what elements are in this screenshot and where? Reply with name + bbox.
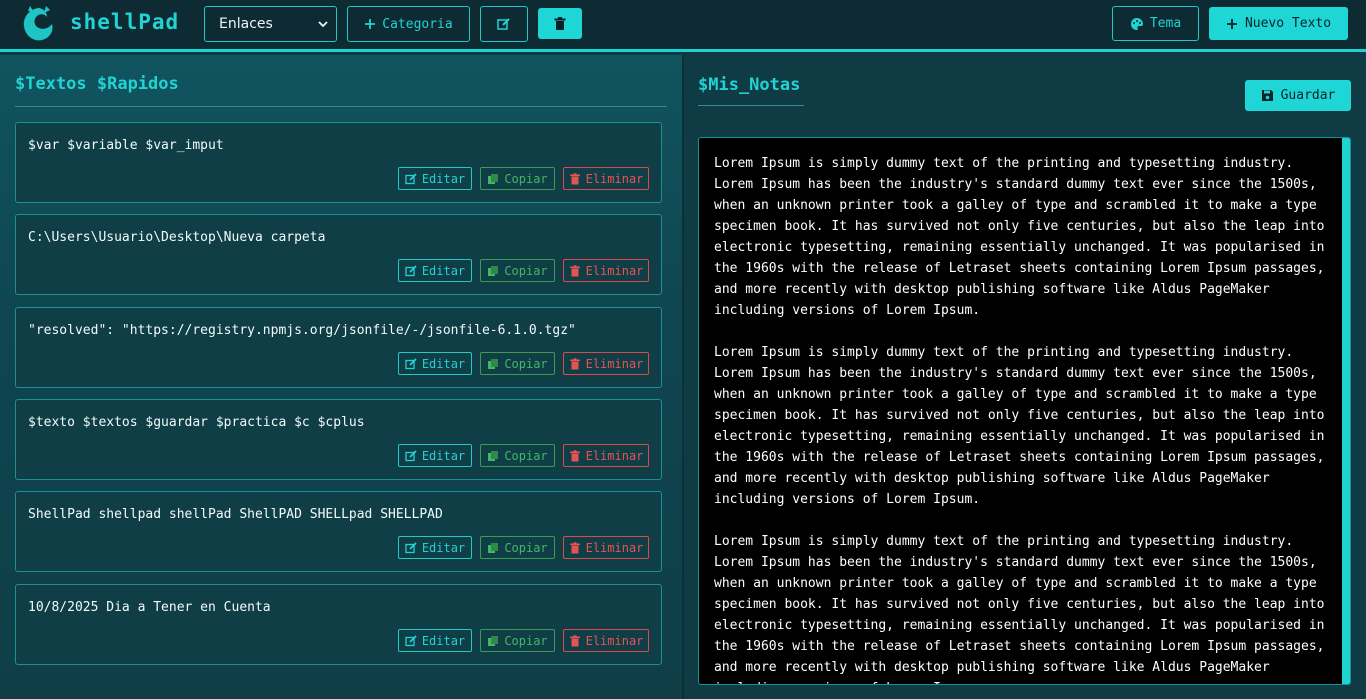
edit-icon bbox=[405, 172, 417, 184]
copy-icon bbox=[488, 173, 499, 184]
copy-button[interactable]: Copiar bbox=[480, 536, 555, 559]
edit-label: Editar bbox=[421, 448, 466, 463]
quick-text-content: "resolved": "https://registry.npmjs.org/… bbox=[28, 323, 576, 338]
trash-icon bbox=[569, 634, 580, 646]
copy-label: Copiar bbox=[504, 448, 548, 463]
edit-icon bbox=[497, 18, 510, 30]
trash-icon bbox=[554, 16, 566, 30]
palette-icon bbox=[1130, 17, 1143, 30]
app-brand: shellPad bbox=[70, 10, 180, 34]
edit-button[interactable]: Editar bbox=[398, 629, 472, 652]
edit-label: Editar bbox=[421, 171, 466, 186]
quick-text-content: 10/8/2025 Dia a Tener en Cuenta bbox=[28, 600, 271, 615]
edit-button[interactable]: Editar bbox=[398, 536, 472, 559]
trash-icon bbox=[569, 172, 580, 184]
delete-button[interactable]: Eliminar bbox=[563, 167, 649, 190]
copy-label: Copiar bbox=[504, 263, 548, 278]
edit-icon bbox=[405, 634, 417, 646]
quick-text-card: ShellPad shellpad shellPad ShellPAD SHEL… bbox=[15, 491, 662, 572]
trash-icon bbox=[569, 357, 580, 369]
quick-text-content: C:\Users\Usuario\Desktop\Nueva carpeta bbox=[28, 230, 326, 245]
add-category-label: Categoria bbox=[382, 16, 453, 32]
save-label: Guardar bbox=[1280, 88, 1336, 103]
trash-icon bbox=[569, 449, 580, 461]
edit-icon bbox=[405, 264, 417, 276]
new-text-button[interactable]: Nuevo Texto bbox=[1209, 7, 1348, 40]
theme-button[interactable]: Tema bbox=[1112, 6, 1199, 41]
save-button[interactable]: Guardar bbox=[1245, 80, 1351, 111]
edit-category-button[interactable] bbox=[480, 6, 528, 42]
copy-icon bbox=[488, 635, 499, 646]
copy-icon bbox=[488, 450, 499, 461]
plus-icon bbox=[1226, 18, 1237, 29]
delete-button[interactable]: Eliminar bbox=[563, 352, 649, 375]
delete-category-button[interactable] bbox=[538, 8, 582, 39]
trash-icon bbox=[569, 541, 580, 553]
edit-label: Editar bbox=[421, 263, 466, 278]
notes-content: Lorem Ipsum is simply dummy text of the … bbox=[714, 156, 1325, 684]
plus-icon bbox=[365, 19, 376, 29]
chevron-down-icon bbox=[318, 21, 328, 28]
delete-button[interactable]: Eliminar bbox=[563, 536, 649, 559]
copy-button[interactable]: Copiar bbox=[480, 629, 555, 652]
delete-label: Eliminar bbox=[585, 263, 644, 278]
copy-icon bbox=[488, 358, 499, 369]
notes-scrollbar[interactable] bbox=[1342, 138, 1350, 684]
category-select[interactable]: Enlaces bbox=[204, 6, 337, 42]
quick-text-card: "resolved": "https://registry.npmjs.org/… bbox=[15, 307, 662, 388]
new-text-label: Nuevo Texto bbox=[1244, 16, 1332, 31]
copy-button[interactable]: Copiar bbox=[480, 167, 555, 190]
top-bar: shellPad Enlaces Categoria Tema Nuevo Te… bbox=[0, 0, 1366, 52]
copy-label: Copiar bbox=[504, 540, 548, 555]
notes-title-underline bbox=[698, 105, 804, 106]
dragon-logo-icon bbox=[23, 6, 53, 41]
quick-text-card: $var $variable $var_imput Editar Copiar … bbox=[15, 122, 662, 203]
edit-button[interactable]: Editar bbox=[398, 444, 472, 467]
edit-label: Editar bbox=[421, 633, 466, 648]
category-select-value: Enlaces bbox=[219, 16, 273, 32]
edit-label: Editar bbox=[421, 356, 466, 371]
copy-icon bbox=[488, 542, 499, 553]
delete-label: Eliminar bbox=[585, 540, 644, 555]
edit-button[interactable]: Editar bbox=[398, 167, 472, 190]
notes-textarea[interactable]: Lorem Ipsum is simply dummy text of the … bbox=[698, 137, 1351, 685]
delete-label: Eliminar bbox=[585, 448, 644, 463]
copy-button[interactable]: Copiar bbox=[480, 444, 555, 467]
delete-label: Eliminar bbox=[585, 633, 644, 648]
edit-button[interactable]: Editar bbox=[398, 259, 472, 282]
quick-text-card: $texto $textos $guardar $practica $c $cp… bbox=[15, 399, 662, 480]
delete-button[interactable]: Eliminar bbox=[563, 259, 649, 282]
quick-text-content: $texto $textos $guardar $practica $c $cp… bbox=[28, 415, 365, 430]
edit-icon bbox=[405, 449, 417, 461]
copy-icon bbox=[488, 265, 499, 276]
copy-button[interactable]: Copiar bbox=[480, 259, 555, 282]
add-category-button[interactable]: Categoria bbox=[347, 6, 470, 42]
title-divider bbox=[15, 106, 667, 107]
floppy-disk-icon bbox=[1261, 90, 1273, 101]
delete-label: Eliminar bbox=[585, 171, 644, 186]
copy-label: Copiar bbox=[504, 356, 548, 371]
quick-text-card: C:\Users\Usuario\Desktop\Nueva carpeta E… bbox=[15, 214, 662, 295]
quick-text-content: $var $variable $var_imput bbox=[28, 138, 224, 153]
quick-text-content: ShellPad shellpad shellPad ShellPAD SHEL… bbox=[28, 507, 443, 522]
edit-label: Editar bbox=[421, 540, 466, 555]
copy-label: Copiar bbox=[504, 171, 548, 186]
notes-title: $Mis_Notas bbox=[698, 75, 801, 95]
edit-icon bbox=[405, 541, 417, 553]
copy-label: Copiar bbox=[504, 633, 548, 648]
quick-texts-title: $Textos $Rapidos bbox=[15, 74, 179, 94]
delete-button[interactable]: Eliminar bbox=[563, 629, 649, 652]
theme-label: Tema bbox=[1149, 16, 1182, 31]
trash-icon bbox=[569, 264, 580, 276]
delete-label: Eliminar bbox=[585, 356, 644, 371]
edit-button[interactable]: Editar bbox=[398, 352, 472, 375]
quick-text-card: 10/8/2025 Dia a Tener en Cuenta Editar C… bbox=[15, 584, 662, 665]
delete-button[interactable]: Eliminar bbox=[563, 444, 649, 467]
edit-icon bbox=[405, 357, 417, 369]
copy-button[interactable]: Copiar bbox=[480, 352, 555, 375]
